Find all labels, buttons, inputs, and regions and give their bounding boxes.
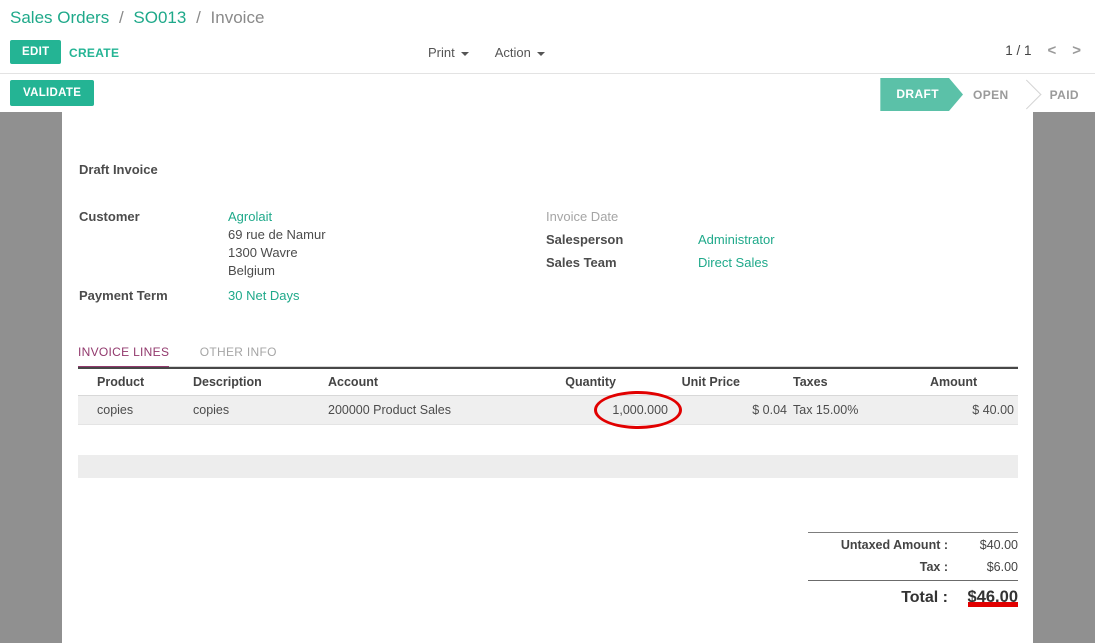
pager: 1 / 1 < > — [1005, 42, 1081, 59]
breadcrumb: Sales Orders / SO013 / Invoice — [10, 8, 264, 28]
cell-unit-price: $ 0.04 — [670, 403, 790, 417]
sales-team-label: Sales Team — [546, 255, 617, 270]
total-label: Total : — [808, 589, 948, 607]
tax-row: Tax : $6.00 — [808, 555, 1018, 577]
col-taxes: Taxes — [790, 375, 930, 389]
salesperson-label: Salesperson — [546, 232, 623, 247]
action-dropdown[interactable]: Action — [495, 45, 545, 60]
breadcrumb-invoice: Invoice — [211, 8, 265, 27]
customer-label: Customer — [79, 209, 140, 224]
chevron-right-icon — [1011, 80, 1041, 110]
status-step-paid[interactable]: PAID — [1050, 88, 1079, 102]
totals-block: Untaxed Amount : $40.00 Tax : $6.00 Tota… — [808, 532, 1018, 610]
table-row[interactable]: copies copies 200000 Product Sales 1,000… — [78, 396, 1018, 425]
customer-address-line: Belgium — [228, 263, 275, 278]
pager-next-icon[interactable]: > — [1072, 42, 1081, 59]
pager-prev-icon[interactable]: < — [1047, 42, 1056, 59]
breadcrumb-so013[interactable]: SO013 — [133, 8, 186, 27]
invoice-lines-table: Product Description Account Quantity Uni… — [78, 367, 1018, 425]
sales-team-link[interactable]: Direct Sales — [698, 255, 768, 270]
status-step-draft[interactable]: DRAFT — [880, 78, 963, 111]
invoice-state-title: Draft Invoice — [79, 162, 158, 177]
breadcrumb-separator: / — [191, 8, 206, 27]
total-row: Total : $46.00 — [808, 581, 1018, 610]
cell-account: 200000 Product Sales — [325, 403, 560, 417]
col-amount: Amount — [930, 375, 1018, 389]
print-dropdown[interactable]: Print — [428, 45, 469, 60]
caret-down-icon — [461, 52, 469, 56]
breadcrumb-sales-orders[interactable]: Sales Orders — [10, 8, 109, 27]
col-product: Product — [78, 375, 190, 389]
table-header-row: Product Description Account Quantity Uni… — [78, 367, 1018, 396]
statusbar: DRAFT OPEN PAID — [880, 78, 1089, 111]
col-unit-price: Unit Price — [670, 375, 790, 389]
col-quantity: Quantity — [560, 375, 670, 389]
payment-term-label: Payment Term — [79, 288, 168, 303]
cell-quantity: 1,000.000 — [560, 403, 670, 417]
customer-link[interactable]: Agrolait — [228, 209, 272, 224]
payment-term-link[interactable]: 30 Net Days — [228, 288, 300, 303]
cell-amount: $ 40.00 — [930, 403, 1018, 417]
print-dropdown-label: Print — [428, 45, 455, 60]
cell-description: copies — [190, 403, 325, 417]
invoice-sheet: Draft Invoice Customer Agrolait 69 rue d… — [62, 112, 1033, 643]
form-canvas: Draft Invoice Customer Agrolait 69 rue d… — [0, 112, 1095, 643]
caret-down-icon — [537, 52, 545, 56]
salesperson-link[interactable]: Administrator — [698, 232, 775, 247]
empty-section-bar — [78, 455, 1018, 478]
col-description: Description — [190, 375, 325, 389]
untaxed-amount-label: Untaxed Amount : — [808, 538, 948, 552]
edit-button[interactable]: EDIT — [10, 40, 61, 64]
untaxed-amount-value: $40.00 — [948, 538, 1018, 552]
validate-button[interactable]: VALIDATE — [10, 80, 94, 106]
total-value: $46.00 — [948, 588, 1018, 607]
breadcrumb-separator: / — [114, 8, 129, 27]
customer-address-line: 1300 Wavre — [228, 245, 298, 260]
tab-invoice-lines[interactable]: INVOICE LINES — [78, 345, 169, 366]
pager-count: 1 / 1 — [1005, 43, 1031, 58]
header-divider — [0, 73, 1095, 74]
cell-product: copies — [78, 403, 190, 417]
customer-address-line: 69 rue de Namur — [228, 227, 326, 242]
tax-label: Tax : — [808, 560, 948, 574]
col-account: Account — [325, 375, 560, 389]
tax-value: $6.00 — [948, 560, 1018, 574]
invoice-date-label: Invoice Date — [546, 209, 618, 224]
notebook-tabs: INVOICE LINES OTHER INFO — [78, 343, 1018, 367]
status-step-open[interactable]: OPEN — [973, 88, 1009, 102]
action-dropdown-label: Action — [495, 45, 531, 60]
untaxed-amount-row: Untaxed Amount : $40.00 — [808, 533, 1018, 555]
create-button[interactable]: CREATE — [69, 46, 119, 60]
tab-other-info[interactable]: OTHER INFO — [200, 345, 277, 366]
toolbar-menus: Print Action — [428, 45, 545, 60]
cell-taxes: Tax 15.00% — [790, 403, 930, 417]
